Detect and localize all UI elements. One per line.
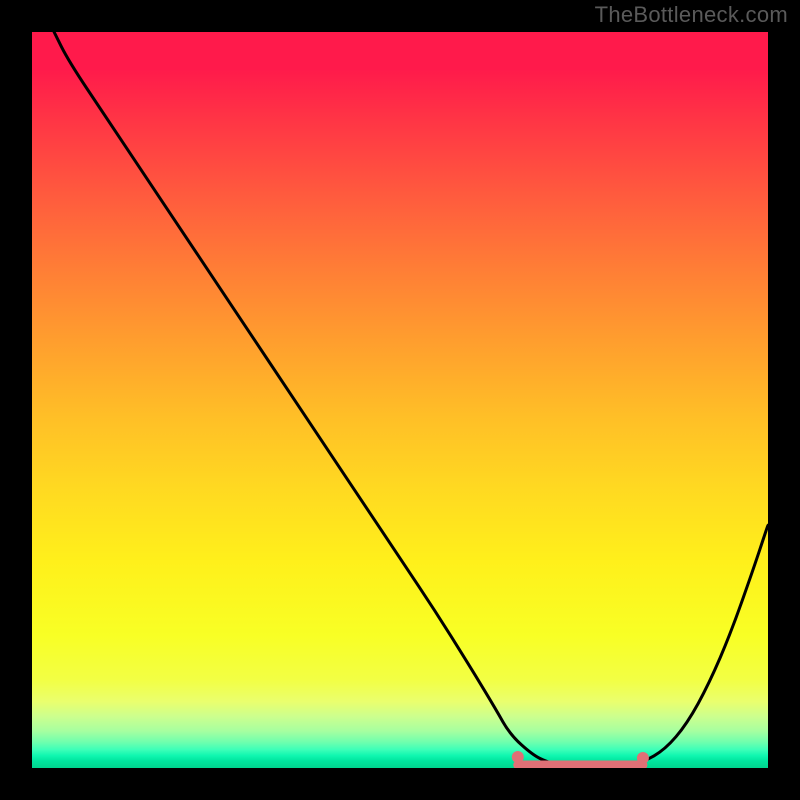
watermark-text: TheBottleneck.com (595, 2, 788, 28)
plot-area (32, 32, 768, 768)
marker-end-dot (637, 752, 649, 764)
curve-svg (32, 32, 768, 768)
chart-container: TheBottleneck.com (0, 0, 800, 800)
curve-group (54, 32, 768, 768)
bottleneck-curve (54, 32, 768, 768)
marker-start-dot (512, 751, 524, 763)
